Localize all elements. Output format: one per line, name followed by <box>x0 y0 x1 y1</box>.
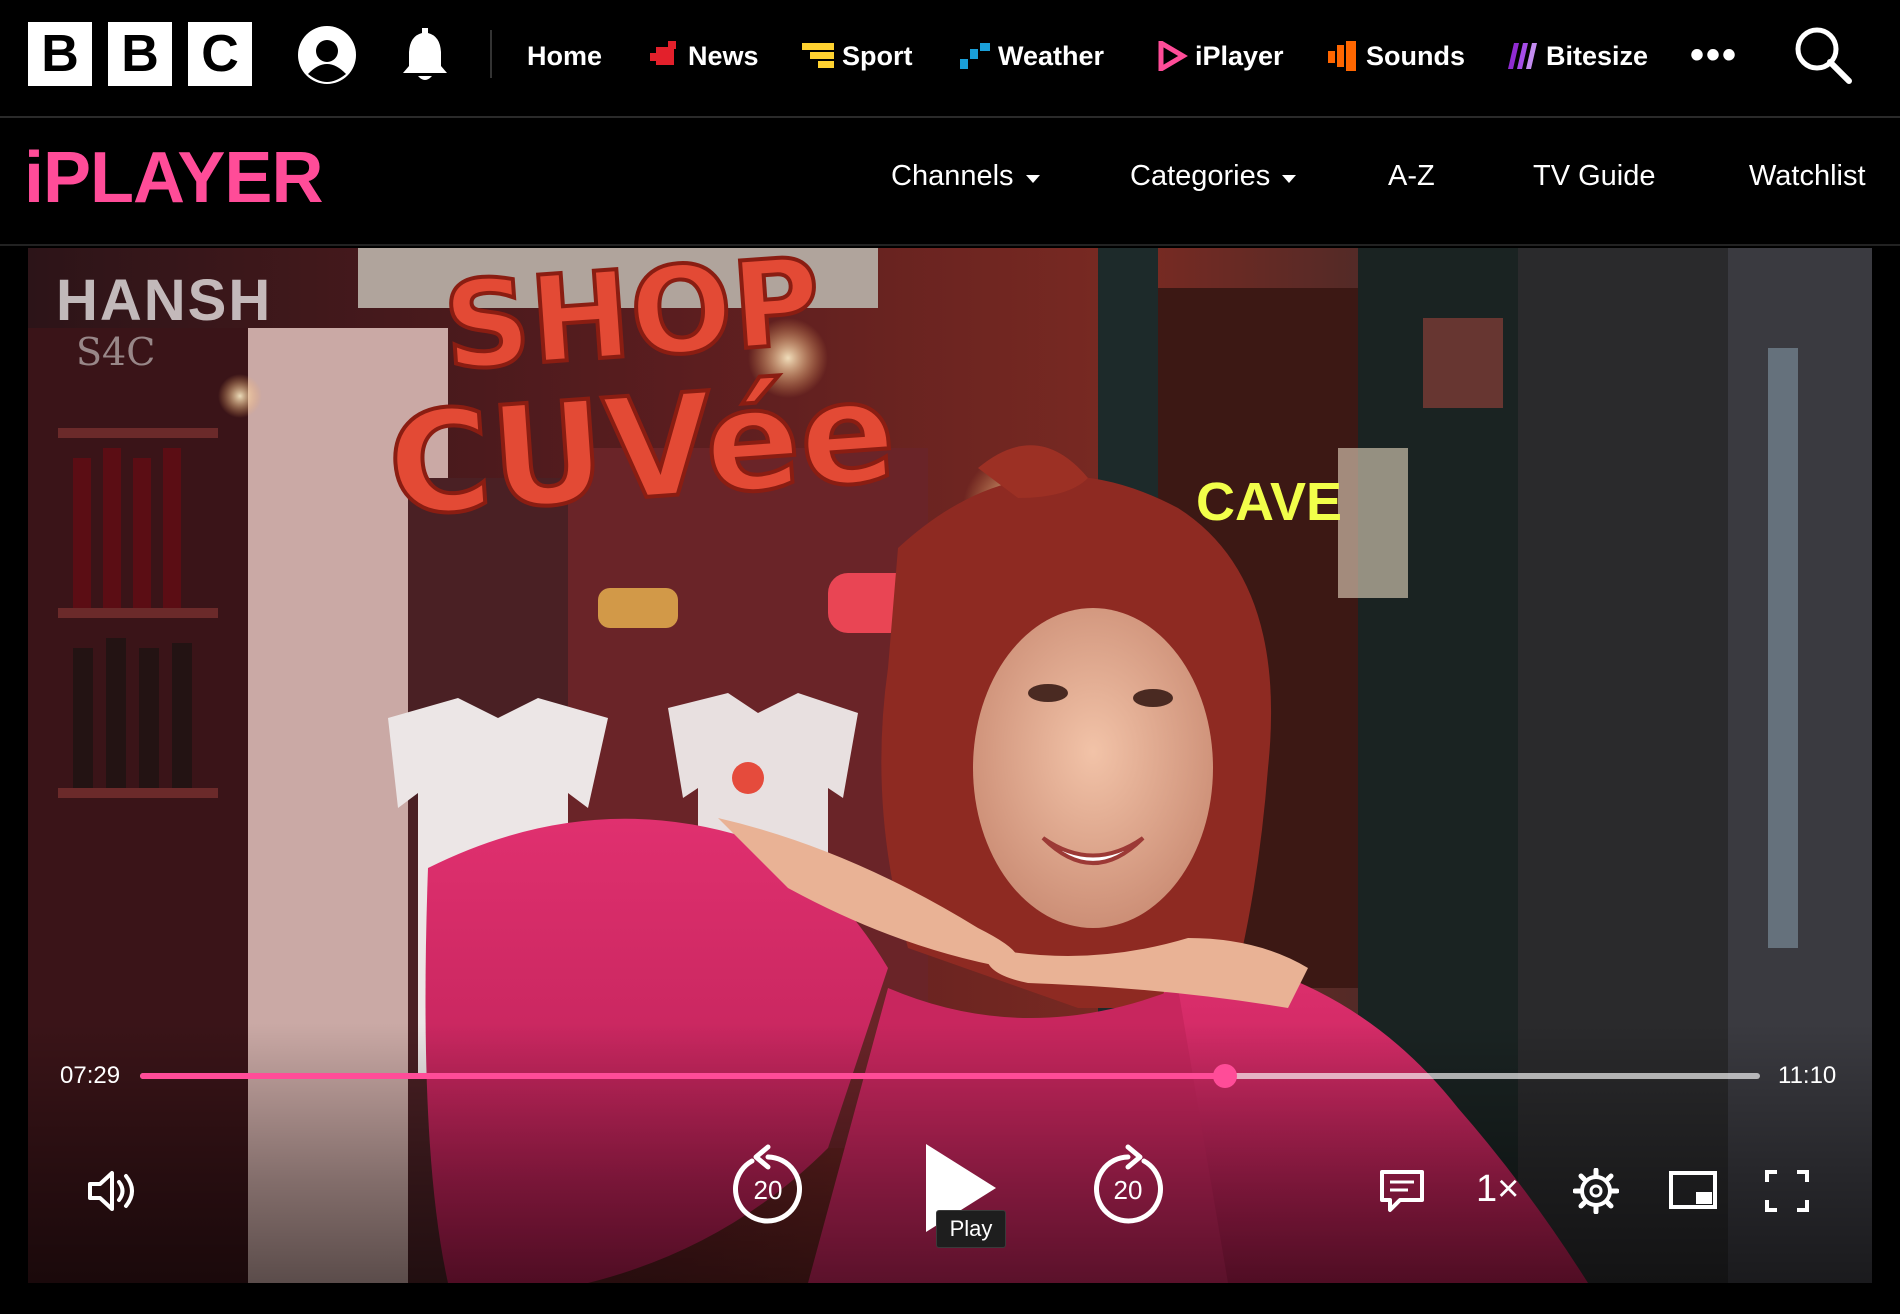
global-nav-sounds-label: Sounds <box>1366 40 1465 71</box>
nav-watchlist-label: Watchlist <box>1749 160 1866 192</box>
nav-tv-guide[interactable]: TV Guide <box>1533 160 1656 193</box>
iplayer-logo[interactable]: iPLAYER <box>24 142 323 214</box>
forward-seconds: 20 <box>1114 1175 1143 1205</box>
news-mark-icon <box>650 41 676 65</box>
duration-time: 11:10 <box>1778 1062 1837 1089</box>
iplayer-nav-bar: iPLAYER Channels Categories A-Z TV Guide… <box>0 120 1900 246</box>
play-tooltip: Play <box>936 1210 1006 1248</box>
global-nav-sounds[interactable]: Sounds <box>1326 0 1465 112</box>
global-nav-bitesize[interactable]: Bitesize <box>1506 0 1648 112</box>
forward-20-button[interactable]: 20 <box>1088 1143 1168 1233</box>
nav-a-z-label: A-Z <box>1388 160 1435 192</box>
subtitles-icon[interactable] <box>1378 1168 1426 1214</box>
channel-watermark: HANSH <box>56 268 273 333</box>
bbc-logo-letter: B <box>108 22 172 86</box>
global-nav-home-label: Home <box>527 40 603 71</box>
rewind-20-button[interactable]: 20 <box>728 1143 808 1233</box>
chevron-down-icon <box>1025 174 1040 183</box>
more-menu-button[interactable]: ••• <box>1690 35 1738 75</box>
playback-speed-button[interactable]: 1× <box>1476 1168 1519 1211</box>
search-icon[interactable] <box>1792 24 1854 86</box>
weather-mark-icon <box>960 43 990 69</box>
nav-tv-guide-label: TV Guide <box>1533 160 1656 192</box>
global-nav-sport-label: Sport <box>842 40 913 71</box>
nav-categories[interactable]: Categories <box>1130 160 1297 193</box>
current-time: 07:29 <box>60 1062 121 1089</box>
video-player[interactable]: CAVE SHOP CUVée HANSH S4C 07:29 11:10 20… <box>28 248 1872 1283</box>
global-nav-iplayer[interactable]: iPlayer <box>1155 0 1284 112</box>
global-nav-bitesize-label: Bitesize <box>1546 40 1649 71</box>
global-nav-iplayer-label: iPlayer <box>1195 40 1284 71</box>
account-icon[interactable] <box>296 24 358 86</box>
volume-icon[interactable] <box>86 1168 138 1214</box>
neon-sign-text: CAVE <box>1196 472 1342 532</box>
sounds-mark-icon <box>1328 41 1356 71</box>
iplayer-mark-icon <box>1158 41 1188 71</box>
nav-categories-label: Categories <box>1130 160 1271 192</box>
gear-icon[interactable] <box>1573 1168 1619 1214</box>
nav-a-z[interactable]: A-Z <box>1388 160 1435 193</box>
global-nav-news-label: News <box>688 40 759 71</box>
nav-channels-label: Channels <box>891 160 1014 192</box>
progress-bar-fill <box>140 1073 1226 1079</box>
global-nav-news[interactable]: News <box>648 0 759 112</box>
global-nav-weather[interactable]: Weather <box>958 0 1104 112</box>
nav-channels[interactable]: Channels <box>891 160 1040 193</box>
global-nav-divider <box>490 30 492 78</box>
channel-sub-watermark: S4C <box>76 330 156 374</box>
bell-icon[interactable] <box>394 24 456 86</box>
bitesize-mark-icon <box>1508 43 1537 69</box>
rewind-seconds: 20 <box>754 1175 783 1205</box>
global-nav-weather-label: Weather <box>998 40 1105 71</box>
sport-mark-icon <box>802 43 834 68</box>
bbc-logo-letter: B <box>28 22 92 86</box>
nav-watchlist[interactable]: Watchlist <box>1749 160 1866 193</box>
picture-in-picture-icon[interactable] <box>1668 1170 1718 1212</box>
bbc-logo-letter: C <box>188 22 252 86</box>
chevron-down-icon <box>1282 174 1297 183</box>
fullscreen-icon[interactable] <box>1763 1168 1811 1214</box>
progress-bar[interactable] <box>140 1064 1760 1088</box>
global-nav-sport[interactable]: Sport <box>802 0 913 112</box>
bbc-logo[interactable]: B B C <box>28 22 252 86</box>
bbc-global-bar: B B C Home News Sport Weather iPlayer So… <box>0 0 1900 118</box>
global-nav-home[interactable]: Home <box>527 0 602 112</box>
